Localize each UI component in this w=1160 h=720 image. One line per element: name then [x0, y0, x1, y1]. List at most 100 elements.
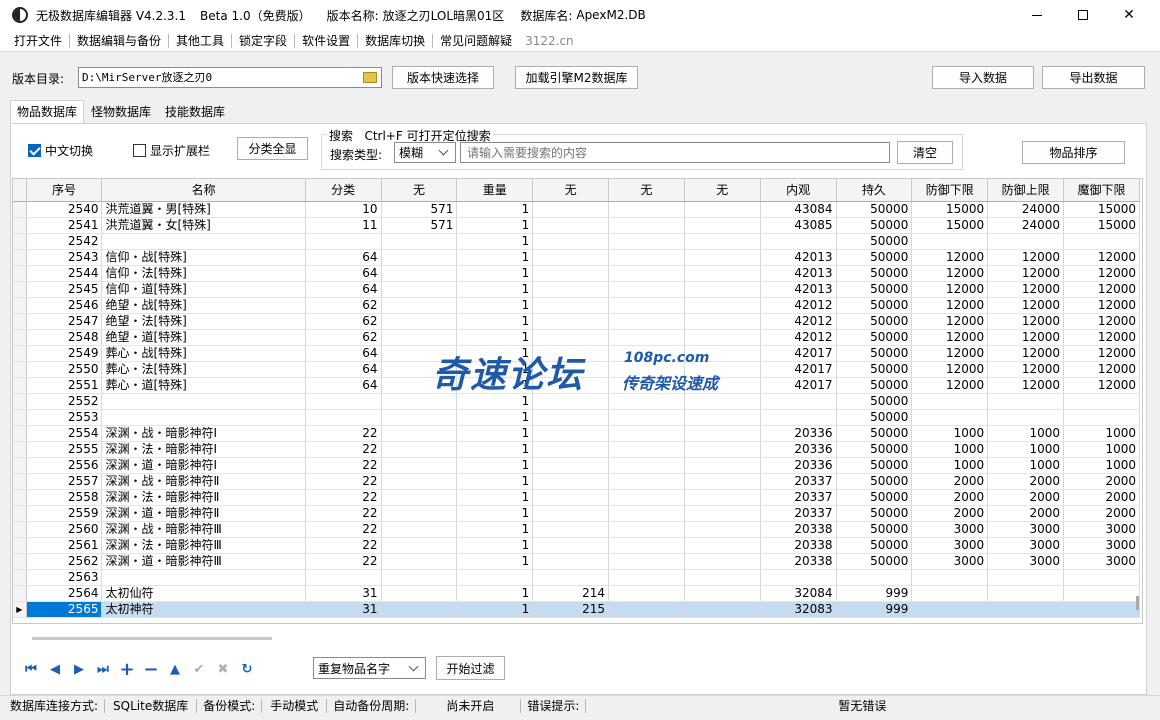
table-cell[interactable]: 22: [305, 457, 382, 474]
table-cell[interactable]: 2543: [26, 249, 103, 266]
table-cell[interactable]: [608, 313, 685, 330]
table-cell[interactable]: 2565: [26, 601, 103, 618]
table-cell[interactable]: 64: [305, 361, 382, 378]
table-cell[interactable]: [532, 329, 610, 346]
table-cell[interactable]: [911, 409, 989, 426]
table-cell[interactable]: [684, 441, 761, 458]
table-cell[interactable]: 10: [305, 201, 382, 218]
table-cell[interactable]: [608, 361, 685, 378]
table-cell[interactable]: [381, 361, 458, 378]
table-cell[interactable]: [608, 473, 685, 490]
column-header[interactable]: 分类: [305, 179, 382, 202]
table-cell[interactable]: 50000: [836, 521, 913, 538]
table-cell[interactable]: 999: [836, 585, 913, 602]
table-cell[interactable]: 50000: [836, 489, 913, 506]
table-row[interactable]: 2540 洪荒道翼・男[特殊] 10 571 1 43084 50000 15000 24000…: [13, 201, 1140, 218]
table-cell[interactable]: 42013: [760, 265, 837, 282]
vertical-scrollbar[interactable]: [1136, 596, 1139, 610]
table-cell[interactable]: [608, 249, 685, 266]
table-cell[interactable]: [608, 281, 685, 298]
table-cell[interactable]: [684, 457, 761, 474]
table-cell[interactable]: 50000: [836, 265, 913, 282]
table-cell[interactable]: 2555: [26, 441, 103, 458]
table-row[interactable]: 2560 深渊・战・暗影神符Ⅲ 22 1 20338 50000 3000 3000 3000: [13, 521, 1140, 538]
table-cell[interactable]: 15000: [911, 201, 989, 218]
table-cell[interactable]: [760, 233, 837, 250]
table-cell[interactable]: [381, 569, 458, 586]
table-row[interactable]: 2542 1 50000: [13, 233, 1140, 250]
table-cell[interactable]: [532, 249, 610, 266]
table-cell[interactable]: 50000: [836, 425, 913, 442]
table-cell[interactable]: 50000: [836, 313, 913, 330]
row-indicator[interactable]: [13, 521, 27, 538]
table-cell[interactable]: [760, 393, 837, 410]
table-cell[interactable]: 1: [456, 313, 534, 330]
table-cell[interactable]: 214: [532, 585, 610, 602]
chinese-toggle-checkbox[interactable]: 中文切换: [28, 142, 93, 159]
row-indicator[interactable]: [13, 393, 27, 410]
table-cell[interactable]: [987, 409, 1064, 426]
table-row[interactable]: 2543 信仰・战[特殊] 64 1 42013 50000 12000 12000 12000: [13, 249, 1140, 266]
table-row[interactable]: 2551 葬心・道[特殊] 64 1 42017 50000 12000 12000 12000: [13, 377, 1140, 394]
row-indicator[interactable]: [13, 457, 27, 474]
table-cell[interactable]: [608, 297, 685, 314]
table-cell[interactable]: [305, 233, 382, 250]
table-cell[interactable]: 深渊・道・暗影神符Ⅰ: [101, 457, 306, 474]
table-cell[interactable]: [684, 505, 761, 522]
delete-record-icon[interactable]: −: [142, 659, 160, 680]
column-header[interactable]: 重量: [456, 179, 534, 202]
table-cell[interactable]: 42012: [760, 313, 837, 330]
table-cell[interactable]: [101, 409, 306, 426]
table-cell[interactable]: [305, 393, 382, 410]
table-cell[interactable]: [381, 537, 458, 554]
table-cell[interactable]: 12000: [911, 345, 989, 362]
close-button[interactable]: ✕: [1106, 0, 1152, 30]
table-cell[interactable]: 1000: [1063, 441, 1140, 458]
table-cell[interactable]: 信仰・道[特殊]: [101, 281, 306, 298]
table-row[interactable]: ▶ 2565 太初神符 31 1 215 32083 999: [13, 601, 1140, 618]
table-cell[interactable]: 50000: [836, 441, 913, 458]
table-row[interactable]: 2541 洪荒道翼・女[特殊] 11 571 1 43085 50000 15000 24000…: [13, 217, 1140, 234]
table-cell[interactable]: 2000: [987, 473, 1064, 490]
table-cell[interactable]: 12000: [1063, 265, 1140, 282]
table-row[interactable]: 2557 深渊・战・暗影神符Ⅱ 22 1 20337 50000 2000 2000 2000: [13, 473, 1140, 490]
table-cell[interactable]: 3000: [1063, 537, 1140, 554]
table-cell[interactable]: [684, 393, 761, 410]
table-row[interactable]: 2546 绝望・战[特殊] 62 1 42012 50000 12000 12000 12000: [13, 297, 1140, 314]
table-cell[interactable]: 15000: [1063, 217, 1140, 234]
table-cell[interactable]: [987, 585, 1064, 602]
table-cell[interactable]: [381, 457, 458, 474]
menu-open-file[interactable]: 打开文件: [0, 32, 69, 50]
column-header[interactable]: 无: [684, 179, 761, 202]
table-cell[interactable]: [684, 553, 761, 570]
table-cell[interactable]: [532, 281, 610, 298]
table-cell[interactable]: 22: [305, 521, 382, 538]
table-cell[interactable]: 11: [305, 217, 382, 234]
table-cell[interactable]: 2552: [26, 393, 103, 410]
folder-icon[interactable]: [363, 72, 377, 83]
table-cell[interactable]: [1063, 233, 1140, 250]
table-cell[interactable]: [911, 585, 989, 602]
row-indicator[interactable]: [13, 345, 27, 362]
table-cell[interactable]: 1000: [911, 457, 989, 474]
table-cell[interactable]: [532, 201, 610, 218]
load-engine-db-button[interactable]: 加载引擎M2数据库: [515, 66, 638, 89]
table-cell[interactable]: [532, 505, 610, 522]
table-cell[interactable]: 12000: [911, 297, 989, 314]
table-cell[interactable]: 24000: [987, 217, 1064, 234]
table-cell[interactable]: 深渊・法・暗影神符Ⅲ: [101, 537, 306, 554]
table-cell[interactable]: 绝望・道[特殊]: [101, 329, 306, 346]
minimize-button[interactable]: [1014, 0, 1060, 30]
table-cell[interactable]: [608, 201, 685, 218]
table-cell[interactable]: [532, 473, 610, 490]
table-cell[interactable]: 32084: [760, 585, 837, 602]
table-cell[interactable]: [1063, 569, 1140, 586]
table-cell[interactable]: [684, 537, 761, 554]
table-cell[interactable]: 2562: [26, 553, 103, 570]
table-cell[interactable]: 12000: [987, 361, 1064, 378]
table-cell[interactable]: 22: [305, 441, 382, 458]
table-cell[interactable]: 1: [456, 585, 534, 602]
table-cell[interactable]: [608, 393, 685, 410]
table-cell[interactable]: [381, 521, 458, 538]
table-cell[interactable]: 42017: [760, 361, 837, 378]
